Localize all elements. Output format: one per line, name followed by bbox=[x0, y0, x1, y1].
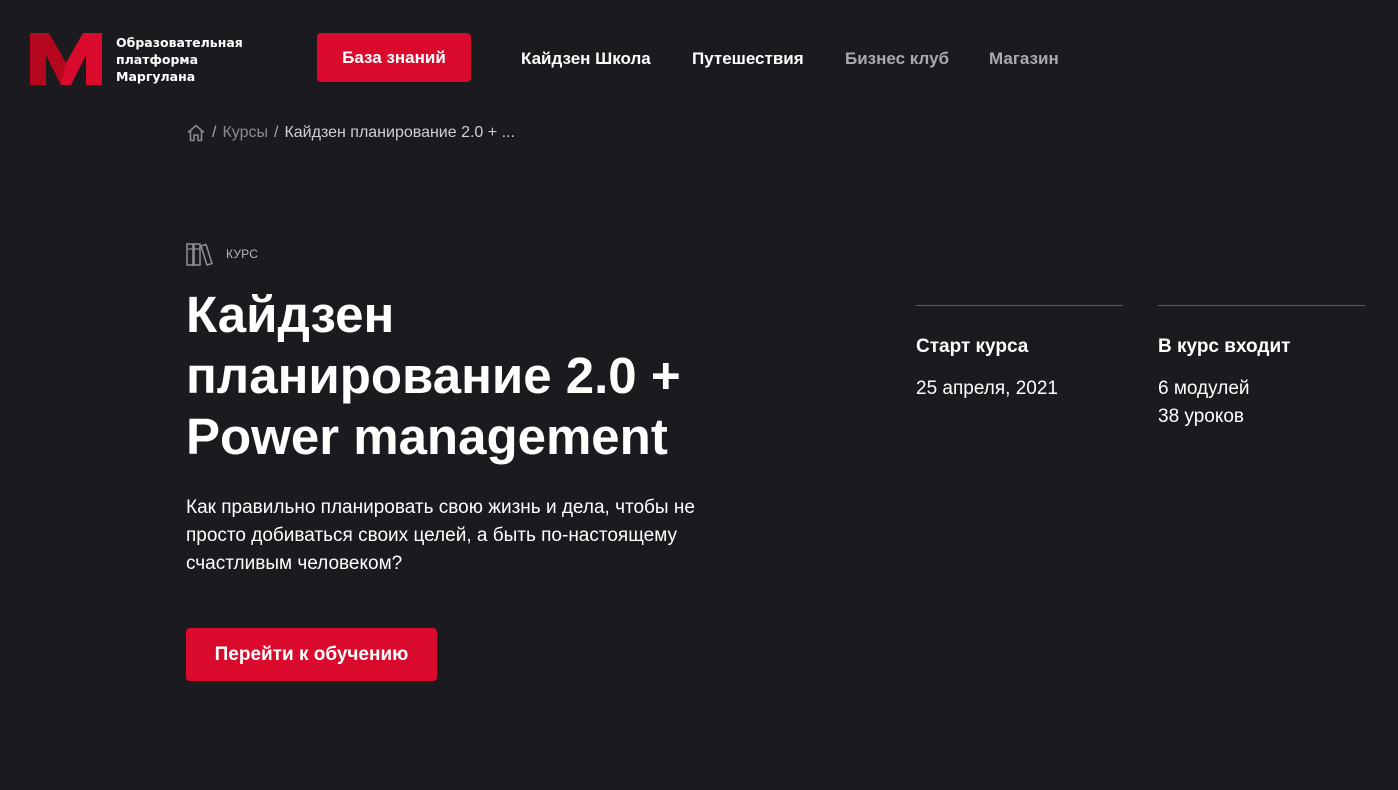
breadcrumb-separator: / bbox=[212, 124, 217, 141]
books-icon bbox=[186, 243, 213, 266]
course-includes-info: В курс входит 6 модулей 38 уроков bbox=[1158, 305, 1365, 431]
home-icon[interactable] bbox=[186, 124, 206, 142]
logo-text-line: Маргулана bbox=[116, 69, 196, 84]
title-line: Кайдзен bbox=[186, 286, 395, 343]
modules-count: 6 модулей bbox=[1158, 378, 1250, 399]
logo-text: Образовательная платформа Маргулана bbox=[116, 34, 256, 85]
nav-travel[interactable]: Путешествия bbox=[692, 49, 804, 69]
title-line: Power management bbox=[186, 408, 668, 465]
nav-kaizen-school[interactable]: Кайдзен Школа bbox=[521, 49, 651, 69]
platform-logo[interactable]: Образовательная платформа Маргулана bbox=[30, 33, 256, 85]
logo-text-line: Образовательная bbox=[116, 35, 243, 50]
course-start-info: Старт курса 25 апреля, 2021 bbox=[916, 305, 1123, 403]
page: Образовательная платформа Маргулана База… bbox=[0, 0, 1398, 790]
breadcrumb: / Курсы / Кайдзен планирование 2.0 + ... bbox=[186, 124, 515, 142]
breadcrumb-current: Кайдзен планирование 2.0 + ... bbox=[284, 124, 515, 141]
course-tag-label: КУРС bbox=[226, 247, 259, 261]
lessons-count: 38 уроков bbox=[1158, 406, 1245, 427]
page-title: Кайдзен планирование 2.0 + Power managem… bbox=[186, 284, 746, 467]
start-date: 25 апреля, 2021 bbox=[916, 378, 1058, 399]
includes-heading: В курс входит bbox=[1158, 336, 1291, 357]
start-learning-button[interactable]: Перейти к обучению bbox=[186, 628, 437, 681]
includes-list: 6 модулей 38 уроков bbox=[1158, 375, 1365, 431]
title-line: планирование 2.0 + bbox=[186, 347, 681, 404]
course-description: Как правильно планировать свою жизнь и д… bbox=[186, 497, 695, 574]
breadcrumb-courses[interactable]: Курсы bbox=[222, 124, 268, 142]
start-heading: Старт курса bbox=[916, 336, 1029, 357]
m-logo-icon bbox=[30, 33, 102, 85]
breadcrumb-separator: / bbox=[274, 124, 279, 141]
nav-business-club[interactable]: Бизнес клуб bbox=[845, 49, 949, 69]
nav-shop[interactable]: Магазин bbox=[989, 49, 1059, 69]
logo-text-line: платформа bbox=[116, 52, 199, 67]
course-tag: КУРС bbox=[186, 242, 258, 266]
knowledge-base-button[interactable]: База знаний bbox=[317, 33, 471, 82]
